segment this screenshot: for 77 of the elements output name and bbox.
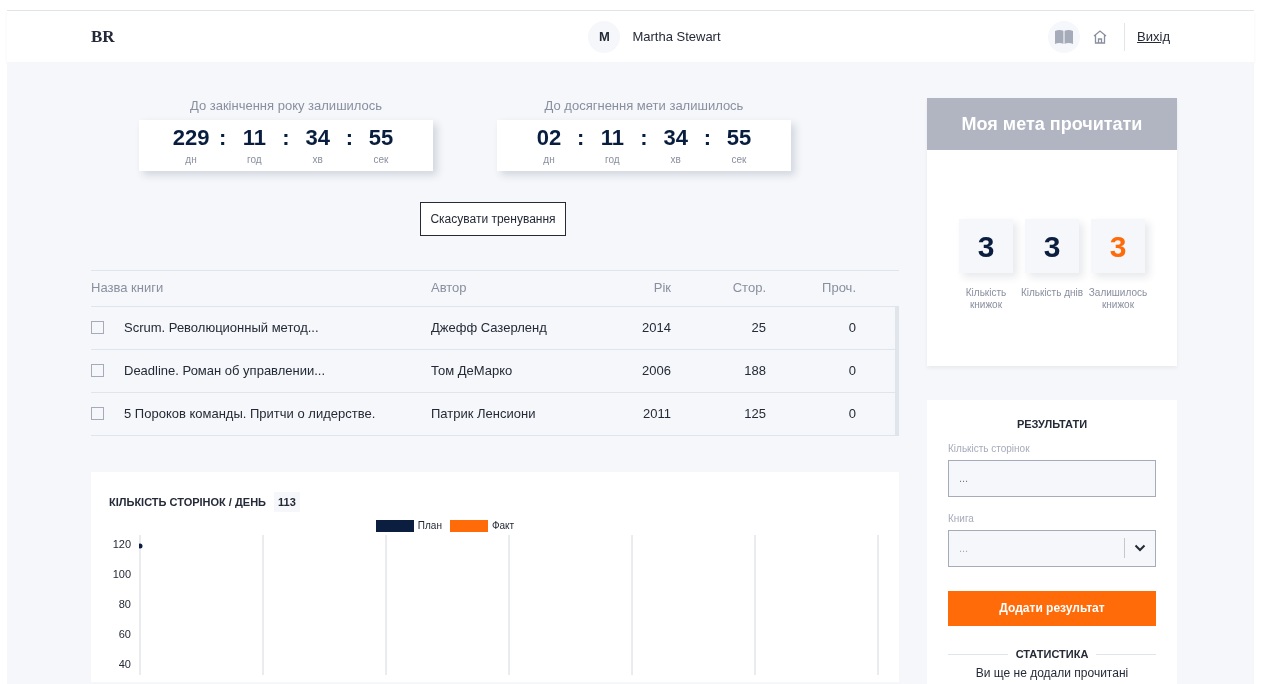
column-header: Автор: [431, 279, 468, 298]
timer-value: 55: [368, 123, 394, 152]
goal-header: Моя мета прочитати: [927, 98, 1177, 150]
table-cell-text: 188: [744, 361, 766, 380]
timer-unit: год: [605, 152, 620, 167]
table-cell-text: 0: [848, 318, 856, 337]
table-cell-text: 0: [848, 404, 856, 423]
pages-input-field[interactable]: ...: [948, 459, 1156, 497]
timer-title: До досягнення мети залишилось: [544, 97, 744, 115]
timer-unit: хв: [312, 152, 323, 167]
book-label: Книга: [948, 511, 975, 526]
goal-stat-value: 3: [1091, 219, 1145, 273]
timer-value: 34: [305, 123, 330, 152]
goal-stat-value: 3: [959, 219, 1013, 273]
user-avatar: M: [588, 20, 621, 53]
goal-stat-value: 3: [1025, 219, 1079, 273]
column-header: Рік: [652, 279, 671, 298]
legend-label: Факт: [491, 519, 515, 533]
statistics-message: Ви ще не додали прочитані: [974, 665, 1130, 683]
table-cell-text: 0: [848, 361, 856, 380]
row-checkbox[interactable]: [91, 364, 104, 377]
logo: BR: [91, 25, 116, 48]
table-cell-text: 125: [744, 404, 766, 423]
user-name: Martha Stewart: [632, 27, 721, 46]
timer-unit: дн: [185, 152, 197, 167]
book-select-placeholder: ...: [958, 541, 970, 557]
timer-separator: :: [577, 123, 585, 152]
chart-title: КІЛЬКІСТЬ СТОРІНОК / ДЕНЬ: [109, 494, 266, 510]
timer-unit: сек: [731, 152, 747, 167]
row-checkbox[interactable]: [91, 407, 104, 420]
row-checkbox[interactable]: [91, 321, 104, 334]
table-cell-text: Deadline. Роман об управлении...: [124, 361, 326, 380]
table-cell-text: Scrum. Революционный метод...: [124, 318, 319, 337]
table-cell-text: 5 Пороков команды. Притчи о лидерстве.: [124, 404, 376, 423]
y-axis-label: 40: [118, 657, 131, 672]
timer-separator: :: [703, 123, 711, 152]
y-axis-label: 120: [112, 537, 131, 552]
timer-value: 02: [536, 123, 562, 152]
table-cell-text: 25: [751, 318, 766, 337]
timer-title: До закінчення року залишилось: [189, 97, 383, 115]
timer-value: 34: [663, 123, 688, 152]
y-axis-label: 100: [112, 567, 131, 582]
table-cell-text: Том ДеМарко: [431, 361, 513, 380]
timer-separator: :: [219, 123, 227, 152]
table-cell-text: 2011: [643, 404, 671, 423]
statistics-title: СТАТИСТИКА: [1015, 646, 1089, 662]
timer-value: 229: [172, 123, 210, 152]
y-axis-label: 60: [118, 627, 131, 642]
legend-label: План: [417, 519, 442, 533]
goal-stat-label: Кількість книжок: [964, 287, 1008, 311]
column-header: Стор.: [731, 279, 766, 298]
logout-link[interactable]: Вихід: [1137, 26, 1170, 47]
chevron-down-icon: [1134, 544, 1146, 553]
table-cell-text: Патрик Ленсиони: [431, 404, 536, 423]
table-cell-text: 2014: [642, 318, 671, 337]
timer-value: 55: [726, 123, 752, 152]
goal-stat-label: Кількість днів: [1019, 287, 1085, 299]
timer-unit: дн: [543, 152, 555, 167]
column-header: Назва книги: [91, 279, 165, 298]
library-book-icon[interactable]: [1048, 20, 1081, 53]
goal-stat-label: Залишилось книжок: [1087, 287, 1149, 311]
results-title: РЕЗУЛЬТАТИ: [1015, 417, 1089, 433]
timer-separator: :: [282, 123, 290, 152]
table-cell-text: 2006: [642, 361, 671, 380]
table-cell-text: Джефф Сазерленд: [431, 318, 547, 337]
timer-unit: сек: [373, 152, 389, 167]
column-header: Проч.: [821, 279, 856, 298]
pages-label: Кількість сторінок: [948, 441, 1031, 456]
timer-unit: хв: [670, 152, 681, 167]
timer-value: 11: [242, 123, 266, 152]
timer-separator: :: [640, 123, 648, 152]
pages-count-badge: 113: [274, 491, 300, 512]
timer-separator: :: [345, 123, 353, 152]
cancel-training-button[interactable]: Скасувати тренування: [420, 201, 566, 236]
timer-unit: год: [247, 152, 262, 167]
y-axis-label: 80: [118, 597, 131, 612]
timer-value: 11: [600, 123, 624, 152]
